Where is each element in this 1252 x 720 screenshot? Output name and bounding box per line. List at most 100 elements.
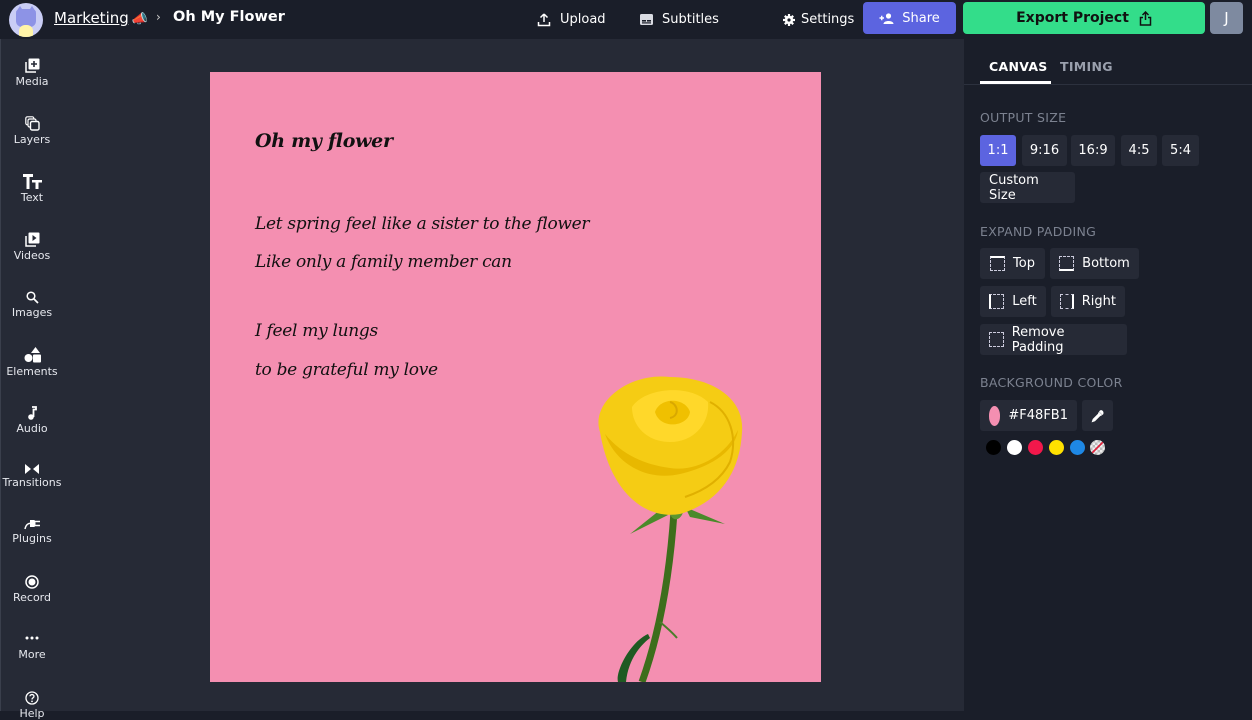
user-avatar-button[interactable]: J xyxy=(1210,2,1243,34)
preset-color-blue[interactable] xyxy=(1070,440,1085,455)
sidebar-item-label: Images xyxy=(11,306,53,319)
left-sidebar: Media Layers Text Videos Images Elements… xyxy=(0,39,63,720)
plug-icon xyxy=(23,520,40,530)
project-title[interactable]: Oh My Flower xyxy=(173,9,285,25)
record-icon xyxy=(25,575,39,589)
sidebar-item-transitions[interactable]: Transitions xyxy=(1,464,63,489)
sidebar-item-label: Help xyxy=(19,707,45,720)
video-icon xyxy=(24,232,39,247)
sidebar-item-label: Audio xyxy=(16,422,48,435)
sidebar-item-label: Text xyxy=(20,191,44,204)
size-option-1-1[interactable]: 1:1 xyxy=(980,135,1016,166)
sidebar-item-videos[interactable]: Videos xyxy=(1,232,63,262)
canvas-text-title[interactable]: Oh my flower xyxy=(255,130,393,152)
preset-color-white[interactable] xyxy=(1007,440,1022,455)
sidebar-item-label: Record xyxy=(12,591,51,604)
output-size-heading: OUTPUT SIZE xyxy=(980,110,1067,125)
sidebar-item-help[interactable]: Help xyxy=(1,691,63,720)
media-add-icon xyxy=(24,58,39,73)
padding-bottom-icon xyxy=(1059,256,1075,271)
breadcrumb-workspace-link[interactable]: Marketing 📣 xyxy=(54,9,148,27)
preset-color-red[interactable] xyxy=(1028,440,1043,455)
settings-button[interactable]: Settings xyxy=(783,0,854,39)
no-color-icon xyxy=(1091,441,1104,454)
share-export-icon xyxy=(1139,10,1152,26)
layers-icon xyxy=(24,116,40,131)
upload-label: Upload xyxy=(560,12,606,27)
export-project-button[interactable]: Export Project xyxy=(963,2,1205,34)
background-color-heading: BACKGROUND COLOR xyxy=(980,375,1123,390)
share-label: Share xyxy=(902,10,940,26)
active-tab-indicator xyxy=(980,81,1051,84)
eyedropper-icon xyxy=(1091,409,1103,422)
eyedropper-button[interactable] xyxy=(1082,400,1113,431)
subtitles-button[interactable]: Subtitles xyxy=(640,0,719,39)
custom-size-button[interactable]: Custom Size xyxy=(980,172,1075,203)
shapes-icon xyxy=(24,347,41,363)
upload-icon xyxy=(537,12,551,26)
padding-top-icon xyxy=(990,256,1006,271)
sidebar-item-layers[interactable]: Layers xyxy=(1,116,63,146)
subtitles-label: Subtitles xyxy=(662,12,719,27)
top-bar: Marketing 📣 › Oh My Flower Upload Subtitl… xyxy=(0,0,1252,39)
sidebar-item-images[interactable]: Images xyxy=(1,291,63,319)
tab-timing[interactable]: TIMING xyxy=(1060,59,1113,74)
panel-tabs: CANVAS TIMING xyxy=(964,39,1252,85)
padding-left-label: Left xyxy=(1012,294,1037,309)
search-icon xyxy=(25,291,39,304)
sidebar-item-label: Plugins xyxy=(12,532,52,545)
upload-button[interactable]: Upload xyxy=(537,0,606,39)
properties-panel: CANVAS TIMING OUTPUT SIZE 1:1 9:16 16:9 … xyxy=(964,39,1252,711)
current-color-swatch xyxy=(989,405,1001,426)
megaphone-icon: 📣 xyxy=(131,12,148,27)
size-option-9-16[interactable]: 9:16 xyxy=(1022,135,1067,166)
sidebar-item-label: Elements xyxy=(6,365,58,378)
sidebar-item-audio[interactable]: Audio xyxy=(1,406,63,435)
background-color-picker[interactable]: #F48FB1 xyxy=(980,400,1077,431)
padding-top-button[interactable]: Top xyxy=(980,248,1045,279)
size-option-4-5[interactable]: 4:5 xyxy=(1121,135,1157,166)
text-icon xyxy=(22,174,42,189)
add-user-icon xyxy=(879,12,894,24)
more-dots-icon xyxy=(25,636,39,640)
remove-padding-button[interactable]: Remove Padding xyxy=(980,324,1127,355)
padding-none-icon xyxy=(989,332,1004,347)
padding-bottom-button[interactable]: Bottom xyxy=(1050,248,1139,279)
preset-color-black[interactable] xyxy=(986,440,1001,455)
sidebar-item-label: More xyxy=(18,648,46,661)
sidebar-item-record[interactable]: Record xyxy=(1,575,63,604)
padding-right-button[interactable]: Right xyxy=(1051,286,1125,317)
preset-color-transparent[interactable] xyxy=(1090,440,1105,455)
sidebar-item-label: Videos xyxy=(13,249,51,262)
canvas-text-line[interactable]: to be grateful my love xyxy=(255,360,438,380)
breadcrumb-chevron-icon: › xyxy=(156,10,161,24)
background-color-hex[interactable]: #F48FB1 xyxy=(1008,408,1068,423)
canvas-text-line[interactable]: I feel my lungs xyxy=(255,321,378,341)
sidebar-item-elements[interactable]: Elements xyxy=(1,347,63,378)
sidebar-item-text[interactable]: Text xyxy=(1,174,63,204)
sidebar-item-plugins[interactable]: Plugins xyxy=(1,518,63,545)
workspace-avatar[interactable] xyxy=(9,3,43,37)
share-button[interactable]: Share xyxy=(863,2,956,34)
sidebar-item-label: Layers xyxy=(13,133,51,146)
music-note-icon xyxy=(28,406,37,420)
size-option-16-9[interactable]: 16:9 xyxy=(1071,135,1115,166)
sidebar-item-label: Transitions xyxy=(2,476,62,489)
padding-top-label: Top xyxy=(1013,256,1035,271)
canvas-artboard[interactable]: Oh my flower Let spring feel like a sist… xyxy=(210,72,821,682)
padding-right-label: Right xyxy=(1081,294,1116,309)
remove-padding-label: Remove Padding xyxy=(1011,324,1065,355)
preset-color-yellow[interactable] xyxy=(1049,440,1064,455)
padding-left-button[interactable]: Left xyxy=(980,286,1046,317)
canvas-text-line[interactable]: Let spring feel like a sister to the flo… xyxy=(255,214,590,234)
yellow-rose-image[interactable] xyxy=(560,372,821,682)
sidebar-item-media[interactable]: Media xyxy=(1,58,63,88)
help-icon xyxy=(25,691,39,705)
padding-left-icon xyxy=(989,294,1005,309)
subtitles-icon xyxy=(640,14,653,25)
size-option-5-4[interactable]: 5:4 xyxy=(1162,135,1199,166)
sidebar-item-more[interactable]: More xyxy=(1,636,63,661)
tab-canvas[interactable]: CANVAS xyxy=(989,59,1048,74)
export-label: Export Project xyxy=(1016,10,1129,26)
canvas-text-line[interactable]: Like only a family member can xyxy=(255,252,512,272)
